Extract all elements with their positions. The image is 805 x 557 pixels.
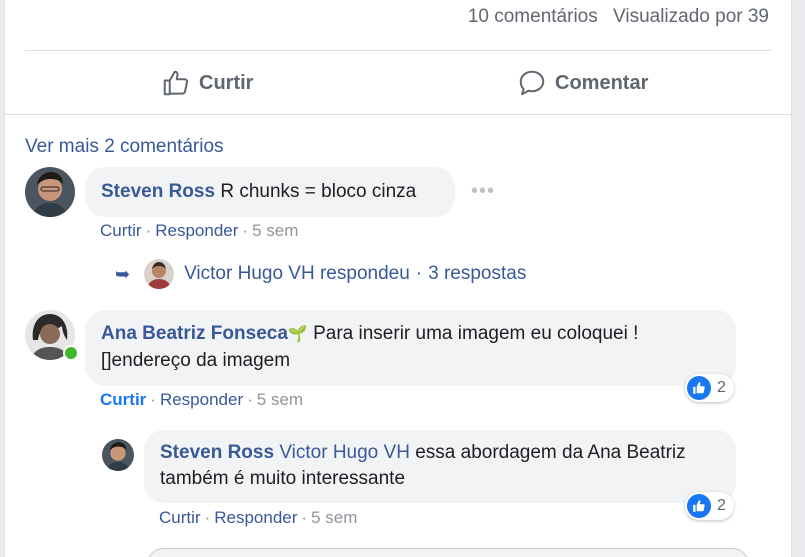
comment-button[interactable]: Comentar (517, 52, 648, 114)
view-more-comments-link[interactable]: Ver mais 2 comentários (25, 136, 224, 158)
replies-author: Victor Hugo VH (184, 263, 315, 284)
more-options-icon[interactable]: ••• (471, 180, 495, 203)
sprout-badge-icon: 🌱 (287, 326, 308, 343)
comments-count[interactable]: 10 comentários (468, 6, 598, 27)
post-stats: 10 comentários Visualizado por 39 (458, 6, 769, 28)
seen-by[interactable]: Visualizado por 39 (613, 6, 769, 27)
reply-actions: Curtir · Responder · 5 sem (159, 508, 358, 527)
comment-label: Comentar (555, 71, 649, 94)
reaction-count[interactable]: 2 (685, 374, 734, 402)
reaction-count-value: 2 (717, 497, 726, 514)
reply-arrow-icon: ➥ (115, 263, 131, 284)
comment-author[interactable]: Steven Ross (101, 179, 215, 205)
reply-mention[interactable]: Victor Hugo VH (279, 442, 410, 463)
divider (5, 114, 791, 115)
like-reaction-icon (687, 494, 711, 518)
reply-like-link[interactable]: Curtir (159, 508, 201, 527)
post-card: 10 comentários Visualizado por 39 Curtir… (4, 0, 792, 557)
comment-like-link[interactable]: Curtir (100, 221, 142, 240)
avatar[interactable] (102, 439, 134, 471)
like-label: Curtir (199, 71, 254, 94)
comment-time[interactable]: 5 sem (252, 221, 298, 240)
post-actions: Curtir Comentar (5, 52, 791, 114)
comment-reply-link[interactable]: Responder (160, 390, 243, 409)
avatar[interactable] (25, 167, 75, 217)
comment-bubble: Ana Beatriz Fonseca🌱 Para inserir uma im… (85, 310, 736, 386)
reaction-count-value: 2 (717, 379, 726, 396)
comment-actions: Curtir · Responder · 5 sem (100, 390, 304, 409)
reply-input[interactable] (147, 548, 749, 557)
reply-bubble: Steven Ross Victor Hugo VH essa abordage… (144, 430, 736, 503)
comment-reply-link[interactable]: Responder (155, 221, 238, 240)
comment-like-link[interactable]: Curtir (100, 390, 146, 409)
reply-author[interactable]: Steven Ross (160, 442, 274, 463)
comment-time[interactable]: 5 sem (257, 390, 303, 409)
like-reaction-icon (687, 376, 711, 400)
like-button[interactable]: Curtir (161, 52, 253, 114)
speech-bubble-icon (519, 70, 545, 96)
replies-action: respondeu (319, 263, 410, 284)
comment-bubble: Steven Ross R chunks = bloco cinza (85, 167, 455, 217)
thumbs-up-icon (163, 70, 189, 96)
divider (25, 50, 771, 51)
online-status-indicator (63, 345, 79, 361)
reply-time[interactable]: 5 sem (311, 508, 357, 527)
replies-summary[interactable]: ➥ Victor Hugo VH respondeu · 3 respostas (115, 259, 526, 289)
reaction-count[interactable]: 2 (685, 492, 734, 520)
comment-author[interactable]: Ana Beatriz Fonseca (101, 323, 288, 344)
comment-text: R chunks = bloco cinza (220, 181, 417, 202)
replies-count: 3 respostas (428, 263, 527, 284)
reply-reply-link[interactable]: Responder (214, 508, 297, 527)
comment-actions: Curtir · Responder · 5 sem (100, 221, 299, 240)
avatar (144, 259, 175, 289)
